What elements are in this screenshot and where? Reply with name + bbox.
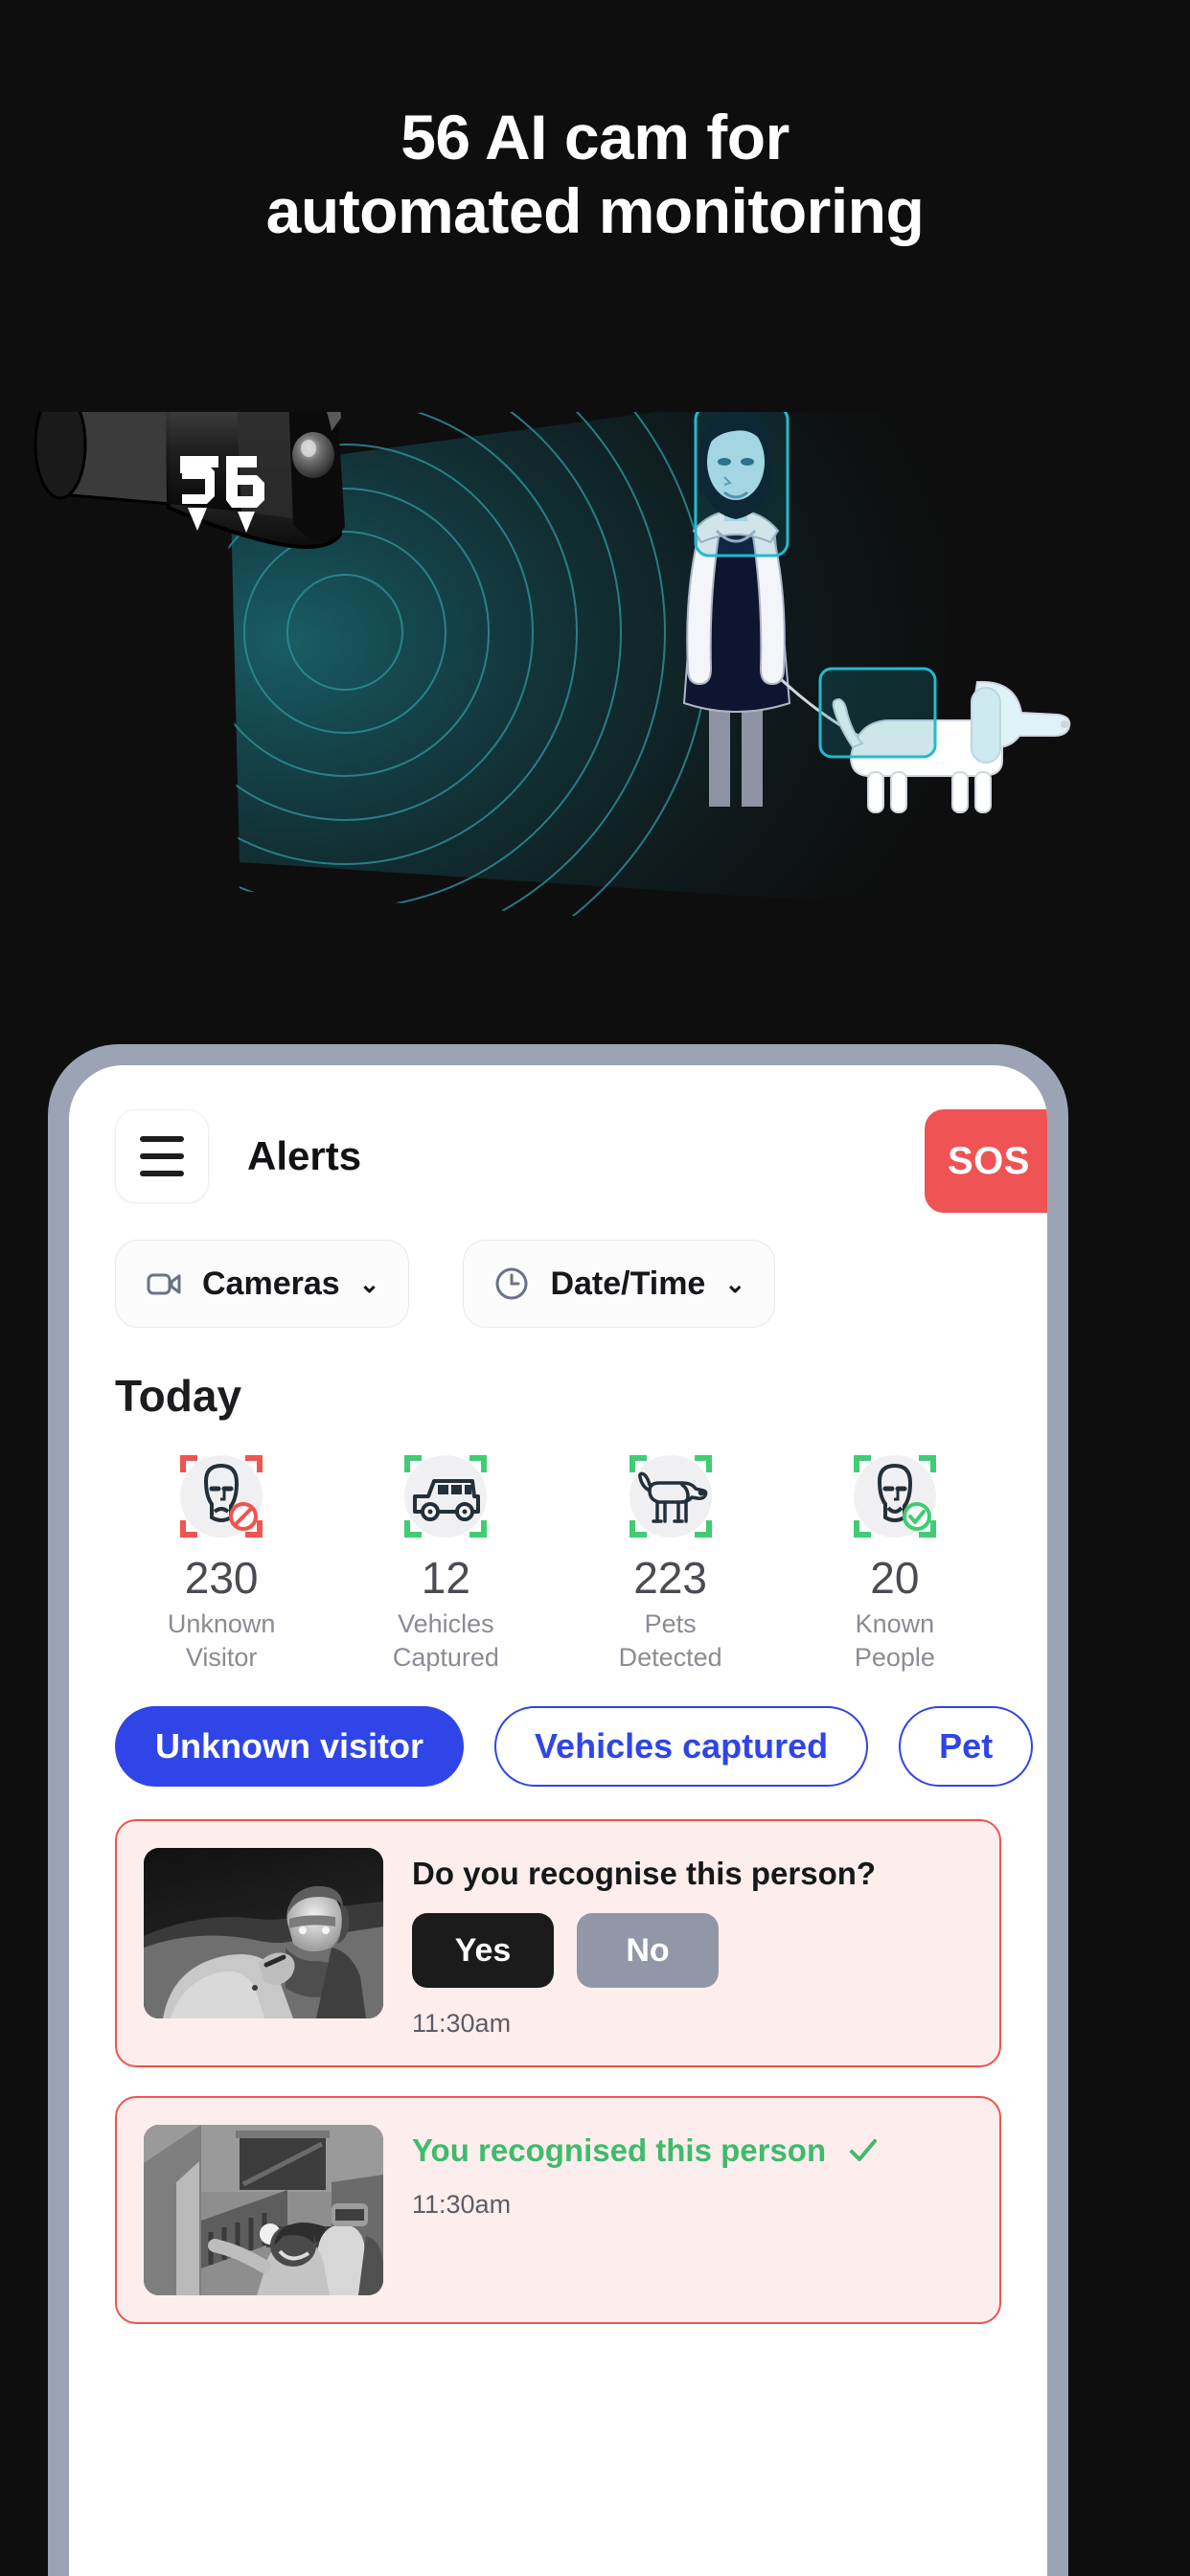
sos-button[interactable]: SOS bbox=[925, 1109, 1047, 1213]
hamburger-bar bbox=[140, 1171, 184, 1176]
clock-icon bbox=[492, 1265, 531, 1303]
hamburger-bar bbox=[140, 1153, 184, 1159]
hero-illustration bbox=[0, 412, 1190, 1006]
stat-unknown-visitor[interactable]: 230 Unknown Visitor bbox=[109, 1447, 333, 1674]
alert-timestamp: 11:30am bbox=[412, 2190, 512, 2220]
stat-label: Unknown Visitor bbox=[167, 1609, 276, 1672]
chevron-down-icon: ⌄ bbox=[724, 1268, 746, 1298]
stat-value: 12 bbox=[421, 1553, 470, 1603]
alert-timestamp: 11:30am bbox=[412, 2009, 512, 2039]
promo-screenshot: 56 AI cam for automated monitoring Alert… bbox=[0, 0, 1190, 2576]
alert-status-label: You recognised this person bbox=[412, 2132, 827, 2169]
alert-actions: Yes No bbox=[412, 1913, 973, 1989]
category-chip-unknown-visitor[interactable]: Unknown visitor bbox=[115, 1706, 465, 1788]
alert-card[interactable]: Do you recognise this person? Yes No 11:… bbox=[115, 1819, 1001, 2068]
check-icon bbox=[847, 2134, 880, 2167]
stat-value: 230 bbox=[184, 1553, 259, 1603]
alert-card-body: You recognised this person 11:30am bbox=[412, 2125, 973, 2295]
alert-thumbnail[interactable] bbox=[144, 1848, 383, 2019]
category-chip-row: Unknown visitor Vehicles captured Pet bbox=[69, 1674, 1047, 1788]
pet-dog-icon bbox=[615, 1447, 726, 1546]
today-heading: Today bbox=[115, 1371, 242, 1421]
screen-title: Alerts bbox=[247, 1133, 362, 1178]
phone-mockup: Alerts SOS Cameras ⌄ Date/Time ⌄ Today 2… bbox=[48, 1044, 1068, 2576]
app-screen: Alerts SOS Cameras ⌄ Date/Time ⌄ Today 2… bbox=[69, 1065, 1047, 2576]
known-face-verified-icon bbox=[839, 1447, 950, 1546]
alert-status: You recognised this person bbox=[412, 2132, 973, 2169]
video-camera-icon bbox=[145, 1265, 183, 1303]
stat-vehicles-captured[interactable]: 12 Vehicles Captured bbox=[333, 1447, 558, 1674]
alerts-list: Do you recognise this person? Yes No 11:… bbox=[69, 1787, 1047, 2325]
stat-pets-detected[interactable]: 223 Pets Detected bbox=[559, 1447, 783, 1674]
stats-row: 230 Unknown Visitor 12 Vehicles Captured… bbox=[69, 1422, 1047, 1674]
stat-label: Pets Detected bbox=[618, 1609, 722, 1672]
category-chip-vehicles-captured[interactable]: Vehicles captured bbox=[494, 1706, 869, 1788]
unknown-face-blocked-icon bbox=[166, 1447, 277, 1546]
alert-question: Do you recognise this person? bbox=[412, 1856, 877, 1892]
headline-line-1: 56 AI cam for bbox=[400, 102, 790, 172]
hamburger-bar bbox=[140, 1136, 184, 1142]
filter-bar: Cameras ⌄ Date/Time ⌄ bbox=[69, 1240, 1047, 1328]
recognise-no-button[interactable]: No bbox=[577, 1913, 719, 1989]
stat-label: Known People bbox=[854, 1609, 935, 1672]
headline-line-2: automated monitoring bbox=[265, 174, 925, 246]
recognise-yes-button[interactable]: Yes bbox=[412, 1913, 554, 1989]
alert-thumbnail[interactable] bbox=[144, 2125, 383, 2296]
datetime-filter[interactable]: Date/Time ⌄ bbox=[463, 1240, 776, 1328]
alert-card-body: Do you recognise this person? Yes No 11:… bbox=[412, 1848, 973, 2039]
vehicle-icon bbox=[390, 1447, 501, 1546]
app-header: Alerts SOS bbox=[69, 1065, 1047, 1247]
page-title: 56 AI cam for automated monitoring bbox=[0, 101, 1190, 247]
stat-label: Vehicles Captured bbox=[392, 1609, 499, 1672]
stat-value: 20 bbox=[870, 1553, 920, 1603]
cameras-filter-label: Cameras bbox=[202, 1265, 340, 1302]
cameras-filter[interactable]: Cameras ⌄ bbox=[115, 1240, 410, 1328]
chevron-down-icon: ⌄ bbox=[358, 1268, 380, 1298]
datetime-filter-label: Date/Time bbox=[550, 1265, 706, 1302]
hamburger-menu-button[interactable] bbox=[115, 1109, 209, 1203]
alert-card[interactable]: You recognised this person 11:30am bbox=[115, 2096, 1001, 2325]
category-chip-pet[interactable]: Pet bbox=[899, 1706, 1034, 1788]
stat-value: 223 bbox=[633, 1553, 707, 1603]
stat-known-people[interactable]: 20 Known People bbox=[783, 1447, 1007, 1674]
